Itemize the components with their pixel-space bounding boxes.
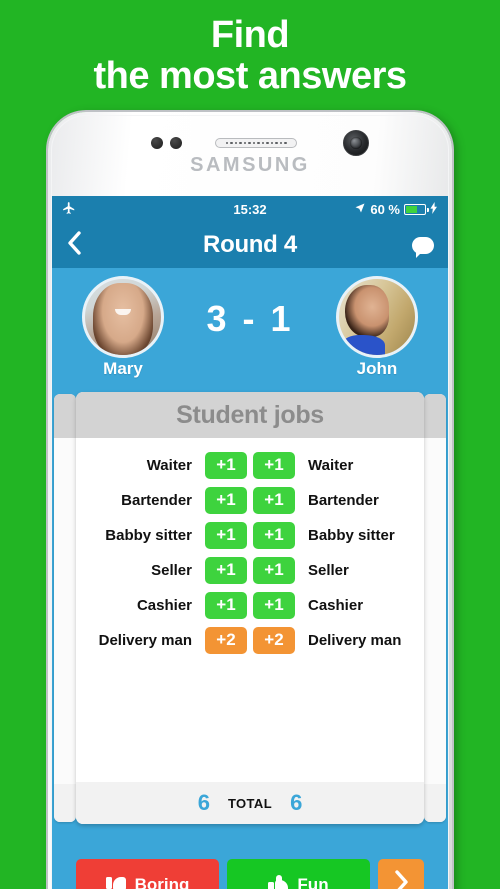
location-arrow-icon	[354, 202, 366, 216]
fun-button-label: Fun	[297, 875, 329, 889]
fun-button[interactable]: Fun	[227, 859, 370, 889]
boring-button-label: Boring	[134, 875, 190, 889]
answer-card: Student jobs Waiter +1 +1 Waiter Bartend…	[76, 392, 424, 824]
device-brand-label: SAMSUNG	[190, 154, 310, 176]
action-bar: Boring Fun	[52, 850, 448, 889]
app-navigation-bar: Round 4	[52, 222, 448, 268]
status-bar-left	[62, 201, 233, 217]
promo-headline: Find the most answers	[0, 0, 500, 112]
battery-percent-label: 60 %	[370, 201, 400, 217]
points-badge-right: +1	[253, 486, 295, 514]
answer-right-label: Waiter	[308, 456, 354, 474]
player-right[interactable]: John	[328, 275, 426, 379]
points-badge-left: +1	[205, 486, 247, 514]
answer-left-label: Cashier	[136, 596, 192, 614]
table-row: Cashier +1 +1 Cashier	[76, 588, 424, 622]
points-badge-right: +1	[253, 591, 295, 619]
table-row: Babby sitter +1 +1 Babby sitter	[76, 518, 424, 552]
chevron-right-icon	[393, 869, 409, 889]
score-value: 3 - 1	[206, 298, 294, 339]
table-row: Seller +1 +1 Seller	[76, 553, 424, 587]
answer-left-label: Waiter	[146, 456, 192, 474]
points-badge-right: +2	[253, 626, 295, 654]
chat-bubble-icon	[412, 236, 434, 258]
points-badge-right: +1	[253, 521, 295, 549]
boring-button[interactable]: Boring	[76, 859, 219, 889]
points-badge-left: +2	[205, 626, 247, 654]
proximity-sensor-icon	[151, 137, 163, 149]
status-bar-time: 15:32	[233, 201, 267, 217]
next-card-peek[interactable]	[424, 394, 446, 822]
total-label: TOTAL	[227, 795, 273, 811]
points-badge-left: +1	[205, 556, 247, 584]
answer-right-label: Delivery man	[308, 631, 402, 649]
total-left-value: 6	[197, 790, 210, 815]
promo-line-2: the most answers	[93, 55, 408, 97]
promo-line-1: Find	[210, 13, 290, 56]
answer-rows: Waiter +1 +1 Waiter Bartender +1 +1 Bart…	[76, 438, 424, 782]
answer-left-label: Delivery man	[98, 631, 192, 649]
avatar	[82, 275, 164, 358]
total-right-value: 6	[290, 790, 303, 815]
table-row: Bartender +1 +1 Bartender	[76, 483, 424, 517]
phone-screen: 15:32 60 % Round 4 Mary 3 - 1 John Stude…	[52, 196, 448, 889]
player-right-name: John	[356, 358, 398, 378]
answer-right-label: Seller	[308, 561, 349, 579]
score-bar: Mary 3 - 1 John	[52, 268, 448, 386]
answer-left-label: Seller	[151, 561, 192, 579]
answer-left-label: Bartender	[121, 491, 192, 509]
thumbs-up-icon	[268, 874, 289, 889]
light-sensor-icon	[170, 137, 182, 149]
table-row: Waiter +1 +1 Waiter	[76, 448, 424, 482]
next-button[interactable]	[378, 859, 424, 889]
status-bar-right: 60 %	[267, 202, 438, 217]
answer-card-carousel[interactable]: Student jobs Waiter +1 +1 Waiter Bartend…	[52, 386, 448, 834]
table-row: Delivery man +2 +2 Delivery man	[76, 623, 424, 657]
page-title: Round 4	[203, 231, 297, 258]
points-badge-right: +1	[253, 451, 295, 479]
points-badge-right: +1	[253, 556, 295, 584]
airplane-icon	[62, 201, 76, 217]
avatar	[335, 275, 418, 358]
chat-button[interactable]	[412, 236, 434, 258]
lightning-bolt-icon	[430, 202, 438, 216]
answer-right-label: Cashier	[308, 596, 364, 614]
card-total-footer: 6 TOTAL 6	[76, 782, 424, 824]
phone-device-mockup: SAMSUNG 15:32 60 % Round 4 Mary 3 - 1 Jo…	[48, 112, 452, 889]
back-button[interactable]	[66, 230, 82, 260]
player-left-name: Mary	[103, 358, 143, 378]
answer-right-label: Bartender	[308, 491, 379, 509]
player-left[interactable]: Mary	[74, 275, 172, 379]
points-badge-left: +1	[205, 451, 247, 479]
answer-left-label: Babby sitter	[105, 526, 192, 544]
points-badge-left: +1	[205, 521, 247, 549]
front-camera-icon	[343, 130, 369, 156]
card-title: Student jobs	[76, 392, 424, 438]
answer-right-label: Babby sitter	[308, 526, 395, 544]
thumbs-down-icon	[105, 876, 126, 889]
earpiece-speaker-icon	[215, 138, 297, 148]
previous-card-peek[interactable]	[54, 394, 76, 822]
points-badge-left: +1	[205, 591, 247, 619]
battery-icon	[404, 203, 429, 215]
status-bar: 15:32 60 %	[52, 196, 448, 222]
